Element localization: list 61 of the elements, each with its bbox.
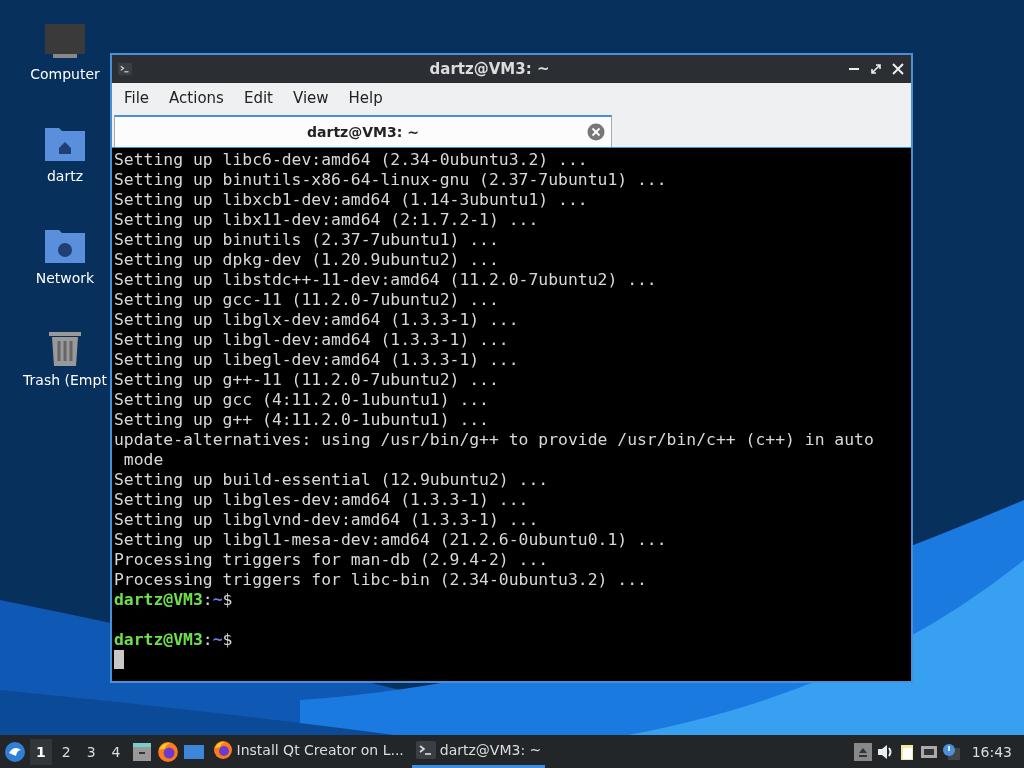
close-tab-icon[interactable]	[587, 123, 605, 141]
text-cursor	[114, 650, 124, 669]
terminal-tab[interactable]: dartz@VM3: ~	[114, 115, 612, 147]
terminal-line: Setting up libegl-dev:amd64 (1.3.3-1) ...	[114, 350, 520, 370]
file-cabinet-icon[interactable]	[130, 740, 153, 763]
terminal-icon	[415, 740, 436, 760]
terminal-line: Processing triggers for libc-bin (2.34-0ubuntu3.2) ...	[114, 570, 648, 590]
maximize-icon[interactable]	[869, 62, 883, 76]
terminal-line: Setting up libgl1-mesa-dev:amd64 (21.2.6-0ubuntu0.1) ...	[114, 530, 668, 550]
desktop-icon-label[interactable]: Trash (Empt	[23, 372, 107, 388]
terminal-line: Setting up libstdc++-11-dev:amd64 (11.2.0-7ubuntu2) ...	[114, 270, 658, 290]
volume-icon[interactable]	[875, 742, 894, 761]
terminal-icon	[118, 62, 132, 76]
browser-icon[interactable]	[212, 740, 233, 760]
terminal-line: Setting up gcc-11 (11.2.0-7ubuntu2) ...	[114, 290, 500, 310]
workspace-button[interactable]: 3	[80, 738, 102, 765]
workspace-button[interactable]: 2	[55, 738, 77, 765]
desktop-icon-label[interactable]: dartz	[46, 168, 84, 184]
workspace-button[interactable]: 1	[30, 738, 52, 765]
terminal-line: Setting up libc6-dev:amd64 (2.34-0ubuntu3.2) ...	[114, 150, 589, 170]
task-button[interactable]: dartz@VM3: ~	[411, 735, 546, 768]
prompt-symbol: $	[222, 630, 233, 649]
prompt-separator: :	[202, 630, 213, 649]
browser-icon[interactable]	[156, 740, 179, 763]
prompt-user: dartz@VM3	[114, 630, 203, 649]
prompt-separator: :	[202, 590, 213, 609]
close-icon[interactable]	[891, 62, 905, 76]
terminal-line: Processing triggers for man-db (2.9.4-2) ...	[114, 550, 550, 570]
menu-item[interactable]: Help	[340, 85, 391, 111]
terminal-line: Setting up binutils (2.37-7ubuntu1) ...	[114, 230, 500, 250]
terminal-line: Setting up libglx-dev:amd64 (1.3.3-1) ...	[114, 310, 520, 330]
terminal-line: Setting up build-essential (12.9ubuntu2) ...	[114, 470, 550, 490]
terminal-line: Setting up g++-11 (11.2.0-7ubuntu2) ...	[114, 370, 500, 390]
menu-item[interactable]: File	[116, 85, 158, 111]
terminal-line: Setting up libx11-dev:amd64 (2:1.7.2-1) ...	[114, 210, 540, 230]
clock[interactable]: 16:43	[963, 743, 1020, 760]
terminal-line: Setting up libgles-dev:amd64 (1.3.3-1) ...	[114, 490, 530, 510]
desktop-icon-label[interactable]: Computer	[30, 66, 100, 82]
terminal-line: Setting up libgl-dev:amd64 (1.3.3-1) ...	[114, 330, 510, 350]
notification-icon[interactable]	[941, 742, 960, 761]
terminal-line: Setting up g++ (4:11.2.0-1ubuntu1) ...	[114, 410, 490, 430]
menu-item[interactable]: Edit	[235, 85, 281, 111]
terminal-line: update-alternatives: using /usr/bin/g++ to provide /usr/bin/c++ (c++) in auto	[114, 430, 875, 450]
workspace-button[interactable]: 4	[105, 738, 127, 765]
prompt-path: ~	[212, 590, 223, 609]
prompt-user: dartz@VM3	[114, 590, 203, 609]
window-title: dartz@VM3: ~	[428, 60, 551, 78]
desktop-icon-label[interactable]: Network	[35, 270, 95, 286]
terminal-line: Setting up dpkg-dev (1.20.9ubuntu2) ...	[114, 250, 500, 270]
terminal-line: Setting up gcc (4:11.2.0-1ubuntu1) ...	[114, 390, 490, 410]
menu-item[interactable]: Actions	[161, 85, 232, 111]
terminal-line: Setting up binutils-x86-64-linux-gnu (2.37-7ubuntu1) ...	[114, 170, 668, 190]
terminal-line: mode	[122, 450, 165, 470]
menu-item[interactable]: View	[284, 85, 337, 111]
terminal-line: Setting up libglvnd-dev:amd64 (1.3.3-1) ...	[114, 510, 540, 530]
prompt-path: ~	[212, 630, 223, 649]
eject-icon[interactable]	[853, 742, 872, 761]
task-button[interactable]: Install Qt Creator on L...	[208, 735, 408, 768]
terminal-line: Setting up libxcb1-dev:amd64 (1.14-3ubuntu1) ...	[114, 190, 589, 210]
prompt-symbol: $	[222, 590, 233, 609]
app-menu-icon[interactable]	[4, 740, 26, 763]
